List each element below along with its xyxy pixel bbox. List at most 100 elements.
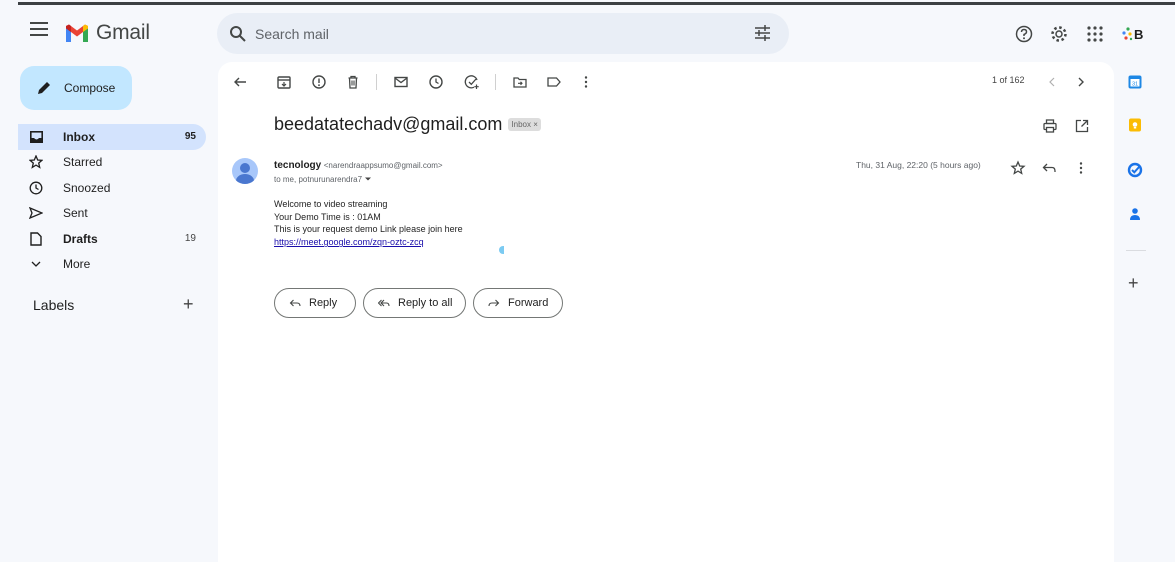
star-icon [29,155,43,170]
sidebar-item-label: Snoozed [63,180,111,195]
apps-grid-icon[interactable] [1086,25,1104,43]
drafts-count: 19 [184,233,196,245]
inbox-icon [29,130,43,143]
gmail-logo[interactable]: Gmail [64,21,150,45]
account-avatar[interactable]: B [1120,22,1160,46]
calendar-icon[interactable]: 31 [1127,74,1143,90]
star-icon [1010,160,1026,175]
reply-all-label: Reply to all [398,297,453,309]
compose-button[interactable]: Compose [20,66,132,110]
star-button[interactable] [1010,160,1026,176]
sidebar-item-label: Inbox [63,129,95,144]
meeting-link[interactable]: https://meet.google.com/zqn-oztc-zcq [274,237,424,247]
main-menu-icon[interactable] [30,22,48,36]
tasks-icon[interactable] [1127,162,1143,178]
body-line: Your Demo Time is : 01AM [274,211,381,222]
get-addons-button[interactable]: + [1128,273,1139,294]
message-body: Welcome to video streaming Your Demo Tim… [274,198,463,249]
compose-label: Compose [64,81,116,95]
older-button[interactable] [1073,74,1089,90]
contacts-icon[interactable] [1127,206,1143,222]
create-label-button[interactable]: + [183,294,194,315]
clock-icon [429,75,443,89]
body-line: Welcome to video streaming [274,199,388,209]
search-icon[interactable] [229,25,247,43]
settings-gear-icon[interactable] [1050,25,1068,43]
top-edge [0,0,1175,5]
label-icon [547,77,561,87]
reply-all-button[interactable]: Reply to all [363,288,466,318]
forward-button[interactable]: Forward [473,288,563,318]
mark-unread-button[interactable] [393,74,409,90]
gmail-m-icon [66,24,88,42]
search-input[interactable] [255,25,735,42]
forward-icon [488,299,500,307]
support-icon[interactable] [1015,25,1033,43]
caret-down-icon[interactable] [364,176,372,182]
open-in-new-icon [1075,119,1089,133]
sidebar-item-label: Sent [63,206,88,221]
message-panel: 1 of 162 beedatatechadv@gmail.com Inbox ×… [218,62,1114,562]
newer-button[interactable] [1044,74,1060,90]
send-icon [29,207,43,220]
sender-name[interactable]: tecnology [274,160,321,171]
archive-button[interactable] [276,74,292,90]
delete-button[interactable] [345,74,361,90]
account-initial: B [1134,26,1144,42]
sidebar-item-snoozed[interactable]: Snoozed [18,175,206,201]
message-more-button[interactable] [1073,160,1089,176]
rail-divider [1126,250,1146,251]
sender-email: <narendraappsumo@gmail.com> [323,161,443,170]
arrow-back-icon [234,77,246,87]
sidebar-item-inbox[interactable]: Inbox 95 [18,124,206,150]
mail-icon [394,76,408,88]
more-vert-icon [1079,162,1083,174]
toolbar-divider [495,74,496,90]
reply-button[interactable]: Reply [274,288,356,318]
inbox-label-chip[interactable]: Inbox × [508,118,541,131]
loading-indicator [499,246,504,254]
more-options-button[interactable] [578,74,594,90]
sidebar-item-more[interactable]: More [18,252,206,278]
sender-avatar[interactable] [232,158,258,184]
reply-icon [1042,163,1056,172]
sender-line: tecnology <narendraappsumo@gmail.com> [274,160,443,171]
back-button[interactable] [232,74,248,90]
chevron-left-icon [1049,77,1055,87]
reply-icon-button[interactable] [1041,160,1057,176]
subject-text: beedatatechadv@gmail.com [274,114,503,134]
reply-all-icon [378,299,390,307]
print-button[interactable] [1042,118,1058,134]
account-logo-icon [1122,27,1133,41]
reply-icon [289,299,301,307]
reply-label: Reply [309,297,338,309]
inbox-count: 95 [184,131,196,143]
sidebar-nav: Inbox 95 Starred Snoozed Sent Drafts 19 … [18,124,206,277]
sidebar-item-label: More [63,257,91,272]
report-spam-button[interactable] [311,74,327,90]
labels-button[interactable] [546,74,562,90]
sidebar-item-sent[interactable]: Sent [18,201,206,227]
open-new-window-button[interactable] [1074,118,1090,134]
message-date: Thu, 31 Aug, 22:20 (5 hours ago) [856,160,981,170]
chevron-right-icon [1078,77,1084,87]
report-icon [312,75,326,89]
sidebar-item-drafts[interactable]: Drafts 19 [18,226,206,252]
add-task-icon [464,75,479,89]
toolbar-divider [376,74,377,90]
sidebar-item-label: Drafts [63,231,98,246]
body-line: This is your request demo Link please jo… [274,224,463,235]
archive-icon [277,76,291,89]
chevron-down-icon [31,261,41,268]
snooze-button[interactable] [428,74,444,90]
search-options-icon[interactable] [754,25,771,41]
recipients-line[interactable]: to me, potnurunarendra7 [274,175,372,184]
message-subject: beedatatechadv@gmail.com Inbox × [274,114,541,135]
sidebar-item-starred[interactable]: Starred [18,150,206,176]
keep-icon[interactable] [1127,117,1143,133]
add-to-tasks-button[interactable] [464,74,480,90]
search-bar[interactable] [217,13,789,54]
sidebar-item-label: Starred [63,155,103,170]
draft-icon [30,232,42,246]
move-to-button[interactable] [512,74,528,90]
